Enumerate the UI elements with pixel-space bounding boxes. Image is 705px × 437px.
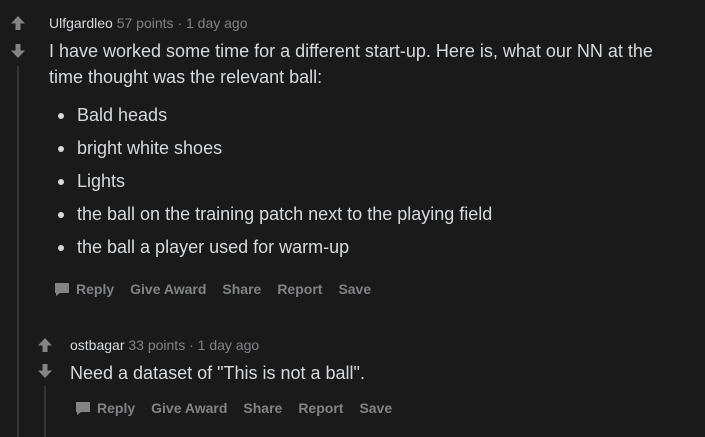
downvote-arrow-icon xyxy=(38,364,52,378)
give-award-label: Give Award xyxy=(151,400,228,416)
share-label: Share xyxy=(222,281,262,297)
report-button[interactable]: Report xyxy=(298,400,343,416)
downvote-arrow-icon xyxy=(11,44,25,58)
comment-meta: Ulfgardleo 57 points · 1 day ago xyxy=(49,14,248,32)
upvote-button[interactable] xyxy=(9,14,27,32)
comment-actions: Reply Give Award Share Report Save xyxy=(75,400,408,416)
give-award-button[interactable]: Give Award xyxy=(151,400,227,416)
reply-button[interactable]: Reply xyxy=(54,281,114,297)
comment-body: Need a dataset of "This is not a ball". xyxy=(70,360,690,386)
list-item: the ball a player used for warm-up xyxy=(49,234,689,267)
reply-label: Reply xyxy=(97,400,136,416)
thread-line-parent[interactable] xyxy=(17,66,19,437)
comment-actions: Reply Give Award Share Report Save xyxy=(54,281,387,297)
upvote-arrow-icon xyxy=(38,338,52,352)
report-label: Report xyxy=(277,281,323,297)
downvote-button[interactable] xyxy=(9,42,27,60)
bullet-list: Bald heads bright white shoes Lights the… xyxy=(49,102,689,267)
list-item: bright white shoes xyxy=(49,135,689,168)
report-label: Report xyxy=(298,400,344,416)
comment-paragraph: I have worked some time for a different … xyxy=(49,41,653,87)
report-button[interactable]: Report xyxy=(277,281,322,297)
upvote-arrow-icon xyxy=(11,16,25,30)
upvote-button[interactable] xyxy=(36,336,54,354)
give-award-button[interactable]: Give Award xyxy=(130,281,206,297)
comment-meta: ostbagar 33 points · 1 day ago xyxy=(70,336,259,354)
reply-label: Reply xyxy=(76,281,115,297)
comment-timestamp[interactable]: 1 day ago xyxy=(186,15,248,31)
share-button[interactable]: Share xyxy=(243,400,282,416)
list-item: the ball on the training patch next to t… xyxy=(49,201,689,234)
comment-body: I have worked some time for a different … xyxy=(49,38,689,267)
comment-author[interactable]: ostbagar xyxy=(70,337,124,353)
comment-bubble-icon xyxy=(76,402,90,415)
save-button[interactable]: Save xyxy=(338,281,371,297)
list-item: Bald heads xyxy=(49,102,689,135)
downvote-button[interactable] xyxy=(36,362,54,380)
comment-points: 33 points xyxy=(128,337,186,353)
save-button[interactable]: Save xyxy=(359,400,392,416)
meta-separator: · xyxy=(177,15,183,31)
comment-points: 57 points xyxy=(116,15,174,31)
reply-button[interactable]: Reply xyxy=(75,400,135,416)
comment-bubble-icon xyxy=(55,283,69,296)
comment-paragraph: Need a dataset of "This is not a ball". xyxy=(70,363,365,383)
give-award-label: Give Award xyxy=(130,281,207,297)
share-button[interactable]: Share xyxy=(222,281,261,297)
save-label: Save xyxy=(359,400,393,416)
comment-author[interactable]: Ulfgardleo xyxy=(49,15,113,31)
thread-line-child[interactable] xyxy=(44,386,46,437)
comment-timestamp[interactable]: 1 day ago xyxy=(198,337,260,353)
share-label: Share xyxy=(243,400,283,416)
save-label: Save xyxy=(338,281,372,297)
meta-separator: · xyxy=(189,337,194,353)
list-item: Lights xyxy=(49,168,689,201)
comment-thread: Ulfgardleo 57 points · 1 day ago I have … xyxy=(0,0,705,437)
